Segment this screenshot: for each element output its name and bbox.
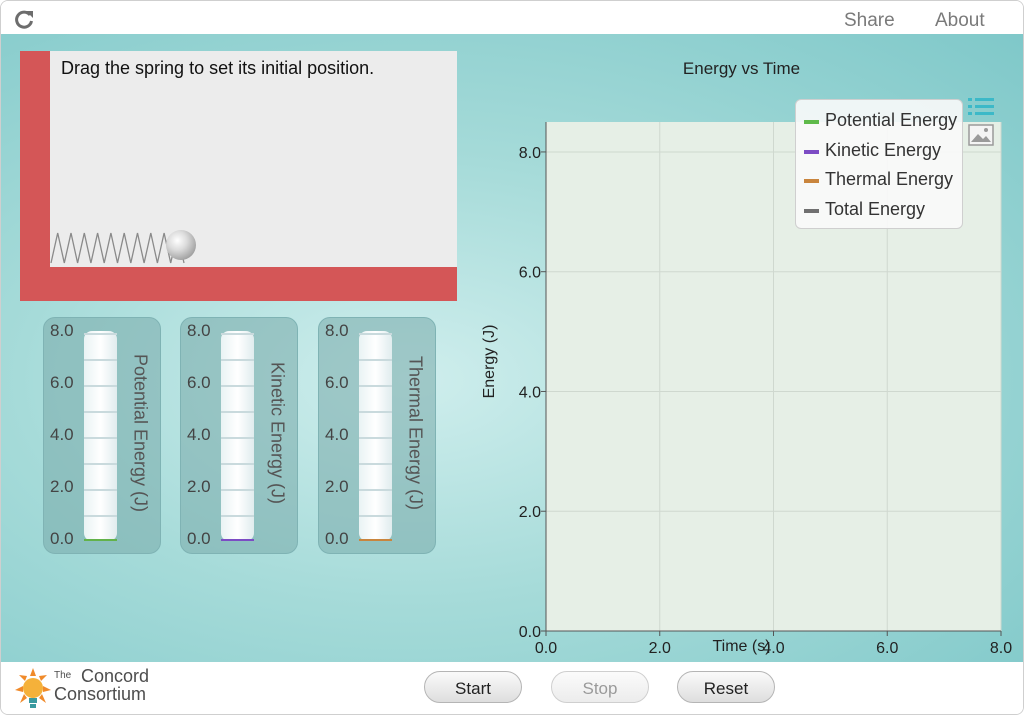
thermal-energy-meter-tube [359,331,392,541]
logo-the-text: The [54,670,72,681]
share-link[interactable]: Share [844,10,895,32]
meter-gridline [221,385,254,387]
meter-gridline [221,489,254,491]
thermal-energy-meter-title-wrap: Thermal Energy (J) [401,328,429,538]
lightbulb-icon [15,668,51,708]
spring[interactable] [50,227,185,267]
main-panel: Drag the spring to set its initial posit… [1,34,1023,662]
meter-tick-label: 0.0 [325,529,349,548]
meter-tick-label: 0.0 [50,529,74,548]
spring-simulation-area: Drag the spring to set its initial posit… [20,51,457,301]
meter-gridline [84,411,117,413]
x-tick-label: 0.0 [535,640,557,657]
meter-gridline [221,515,254,517]
meter-gridline [221,463,254,465]
y-tick-label: 4.0 [519,384,541,401]
kinetic-energy-meter: 8.0 6.0 4.0 2.0 0.0 Kinetic Energy (J) [180,317,298,554]
meter-tick-label: 8.0 [325,321,349,340]
chart-legend: Potential Energy Kinetic Energy Thermal En… [795,99,963,229]
meter-tick-label: 4.0 [50,425,74,444]
start-button[interactable]: Start [424,671,522,703]
kinetic-energy-meter-tube [221,331,254,541]
legend-label: Total Energy [825,198,926,219]
y-tick-label: 6.0 [519,265,541,282]
potential-energy-meter-title: Potential Energy (J) [130,353,151,513]
legend-swatch [804,149,819,154]
meter-tick-label: 4.0 [187,425,211,444]
potential-energy-meter-fill [84,539,117,541]
meter-gridline [84,437,117,439]
meter-tick-label: 8.0 [50,321,74,340]
y-tick-label: 8.0 [519,145,541,162]
chart-title: Energy vs Time [683,59,800,78]
y-tick-label: 0.0 [519,624,541,641]
y-axis-title: Energy (J) [481,325,498,399]
meter-gridline [359,385,392,387]
thermal-energy-meter-fill [359,539,392,541]
meter-gridline [359,515,392,517]
top-bar: Share About [1,1,1023,34]
meter-tick-label: 6.0 [50,373,74,392]
image-icon[interactable] [968,124,994,146]
meter-gridline [359,463,392,465]
logo-consortium-text: Consortium [54,684,147,704]
legend-label: Thermal Energy [825,169,954,189]
legend-label: Kinetic Energy [825,139,942,160]
floor [20,267,457,301]
meter-tick-label: 6.0 [187,373,211,392]
meter-gridline [359,489,392,491]
meter-gridline [84,359,117,361]
legend-label: Potential Energy [825,110,958,130]
potential-energy-meter: 8.0 6.0 4.0 2.0 0.0 Potential Energy (J) [43,317,161,554]
x-axis-title: Time (s) [712,638,770,655]
meter-tick-label: 2.0 [325,477,349,496]
x-tick-label: 2.0 [649,640,671,657]
left-wall [20,51,50,301]
app-window: Share About Drag the spring to set its i… [0,0,1024,715]
meter-gridline [359,333,392,335]
meter-tick-label: 2.0 [50,477,74,496]
meter-tick-label: 4.0 [325,425,349,444]
y-tick-label: 2.0 [519,504,541,521]
meter-gridline [359,411,392,413]
thermal-energy-meter-title: Thermal Energy (J) [405,355,426,511]
meter-gridline [359,359,392,361]
meter-gridline [221,411,254,413]
meter-gridline [84,489,117,491]
reload-icon[interactable] [13,9,35,31]
x-tick-label: 8.0 [990,640,1012,657]
x-tick-label: 6.0 [876,640,898,657]
meter-tick-label: 6.0 [325,373,349,392]
stop-button[interactable]: Stop [551,671,649,703]
potential-energy-meter-tube [84,331,117,541]
meter-gridline [84,515,117,517]
meter-gridline [84,333,117,335]
potential-energy-meter-title-wrap: Potential Energy (J) [126,328,154,538]
meter-gridline [221,333,254,335]
meter-tick-label: 0.0 [187,529,211,548]
about-link[interactable]: About [935,10,985,32]
energy-chart: 0.0 2.0 4.0 6.0 8.0 0.0 2.0 4.0 6.0 8.0 Energy vs … [471,48,1019,660]
reset-button[interactable]: Reset [677,671,775,703]
legend-swatch [804,208,819,213]
legend-swatch [804,120,819,124]
instruction-text: Drag the spring to set its initial posit… [61,58,375,78]
kinetic-energy-meter-title-wrap: Kinetic Energy (J) [263,328,291,538]
kinetic-energy-meter-title: Kinetic Energy (J) [267,361,288,505]
bottom-bar: The Concord Consortium Start Stop Reset [1,662,1023,714]
meter-gridline [221,437,254,439]
ball[interactable] [166,230,196,260]
meter-gridline [84,463,117,465]
meter-gridline [359,437,392,439]
legend-list-icon[interactable] [968,97,994,117]
concord-consortium-logo: The Concord Consortium [13,666,163,710]
meter-gridline [84,385,117,387]
thermal-energy-meter: 8.0 6.0 4.0 2.0 0.0 Thermal Energy (J) [318,317,436,554]
meter-gridline [221,359,254,361]
meter-tick-label: 2.0 [187,477,211,496]
kinetic-energy-meter-fill [221,539,254,541]
meter-tick-label: 8.0 [187,321,211,340]
legend-swatch [804,179,819,183]
